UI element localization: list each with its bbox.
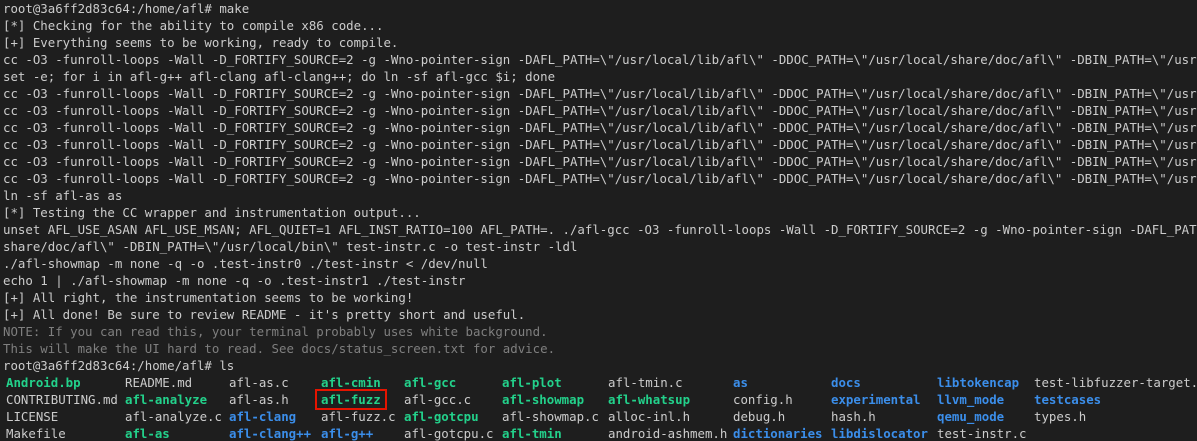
file-entry: afl-as.c — [229, 375, 289, 390]
file-entry: afl-gcc.c — [404, 392, 472, 407]
file-entry: afl-whatsup — [608, 392, 691, 407]
terminal-line: [*] Checking for the ability to compile … — [3, 18, 384, 33]
terminal-line: cc -O3 -funroll-loops -Wall -D_FORTIFY_S… — [3, 154, 1197, 169]
file-entry: afl-analyze.c — [125, 409, 222, 424]
terminal-line: cc -O3 -funroll-loops -Wall -D_FORTIFY_S… — [3, 86, 1197, 101]
terminal-line: [+] Everything seems to be working, read… — [3, 35, 399, 50]
terminal-line: ln -sf afl-as as — [3, 188, 123, 203]
terminal-line: cc -O3 -funroll-loops -Wall -D_FORTIFY_S… — [3, 171, 1197, 186]
file-entry: Makefile — [6, 426, 66, 441]
file-entry: afl-cmin — [321, 375, 381, 390]
file-entry: qemu_mode — [937, 409, 1005, 424]
file-entry: alloc-inl.h — [608, 409, 691, 424]
file-entry: docs — [831, 375, 861, 390]
terminal-line: [+] All right, the instrumentation seems… — [3, 290, 414, 305]
file-entry: llvm_mode — [937, 392, 1005, 407]
terminal-line: [*] Testing the CC wrapper and instrumen… — [3, 205, 421, 220]
shell-prompt-line: root@3a6ff2d83c64:/home/afl# make — [3, 1, 250, 16]
file-entry: test-instr.c — [937, 426, 1027, 441]
file-entry: CONTRIBUTING.md — [6, 392, 118, 407]
terminal-line: cc -O3 -funroll-loops -Wall -D_FORTIFY_S… — [3, 52, 1197, 67]
file-entry: afl-tmin — [502, 426, 562, 441]
terminal-line: [+] All done! Be sure to review README -… — [3, 307, 526, 322]
shell-prompt-line: root@3a6ff2d83c64:/home/afl# ls — [3, 358, 235, 373]
file-entry: afl-as.h — [229, 392, 289, 407]
file-entry: android-ashmem.h — [608, 426, 728, 441]
terminal-output: root@3a6ff2d83c64:/home/afl# make [*] Che… — [3, 0, 1197, 374]
terminal-line: NOTE: If you can read this, your termina… — [3, 324, 548, 339]
ls-row: LICENSE afl-analyze.c afl-clang afl-fuzz.c a… — [3, 408, 1197, 425]
file-entry: afl-as — [125, 426, 170, 441]
file-entry: testcases — [1034, 392, 1102, 407]
ls-row: Makefile afl-as afl-clang++ afl-g++ afl-gotc… — [3, 425, 1197, 441]
file-entry: README.md — [125, 375, 193, 390]
file-entry: afl-fuzz.c — [321, 409, 396, 424]
terminal-line: echo 1 | ./afl-showmap -m none -q -o .te… — [3, 273, 466, 288]
file-entry: LICENSE — [6, 409, 59, 424]
file-entry: afl-clang++ — [229, 426, 312, 441]
terminal-line: share/doc/afl\" -DBIN_PATH=\"/usr/local/… — [3, 239, 578, 254]
terminal-line: cc -O3 -funroll-loops -Wall -D_FORTIFY_S… — [3, 103, 1197, 118]
file-entry: dictionaries — [733, 426, 823, 441]
file-entry: types.h — [1034, 409, 1087, 424]
ls-row: Android.bp README.md afl-as.c afl-cmin afl-g… — [3, 374, 1197, 391]
file-entry: afl-g++ — [321, 426, 374, 441]
terminal-window[interactable]: root@3a6ff2d83c64:/home/afl# make [*] Che… — [0, 0, 1197, 441]
file-entry: afl-analyze — [125, 392, 208, 407]
highlighted-file-entry: afl-fuzz — [315, 389, 387, 410]
terminal-line: set -e; for i in afl-g++ afl-clang afl-c… — [3, 69, 556, 84]
terminal-line: cc -O3 -funroll-loops -Wall -D_FORTIFY_S… — [3, 137, 1197, 152]
file-entry: libdislocator — [831, 426, 928, 441]
file-entry: debug.h — [733, 409, 786, 424]
terminal-line: This will make the UI hard to read. See … — [3, 341, 556, 356]
file-entry: afl-tmin.c — [608, 375, 683, 390]
terminal-line: cc -O3 -funroll-loops -Wall -D_FORTIFY_S… — [3, 120, 1197, 135]
file-entry: Android.bp — [6, 375, 81, 390]
file-entry: config.h — [733, 392, 793, 407]
file-entry: as — [733, 375, 748, 390]
ls-row: CONTRIBUTING.md afl-analyze afl-as.h afl-fu… — [3, 389, 1197, 410]
file-entry: experimental — [831, 392, 921, 407]
file-entry: libtokencap — [937, 375, 1020, 390]
file-entry: afl-gotcpu — [404, 409, 479, 424]
terminal-line: ./afl-showmap -m none -q -o .test-instr0… — [3, 256, 488, 271]
file-entry: afl-clang — [229, 409, 297, 424]
file-entry: test-libfuzzer-target.c — [1034, 375, 1197, 390]
file-entry: afl-plot — [502, 375, 562, 390]
file-entry: afl-gcc — [404, 375, 457, 390]
ls-listing: Android.bp README.md afl-as.c afl-cmin afl-g… — [3, 374, 1197, 441]
file-entry: afl-showmap — [502, 392, 585, 407]
file-entry: hash.h — [831, 409, 876, 424]
file-entry: afl-showmap.c — [502, 409, 599, 424]
terminal-line: unset AFL_USE_ASAN AFL_USE_MSAN; AFL_QUI… — [3, 222, 1197, 237]
file-entry: afl-gotcpu.c — [404, 426, 494, 441]
